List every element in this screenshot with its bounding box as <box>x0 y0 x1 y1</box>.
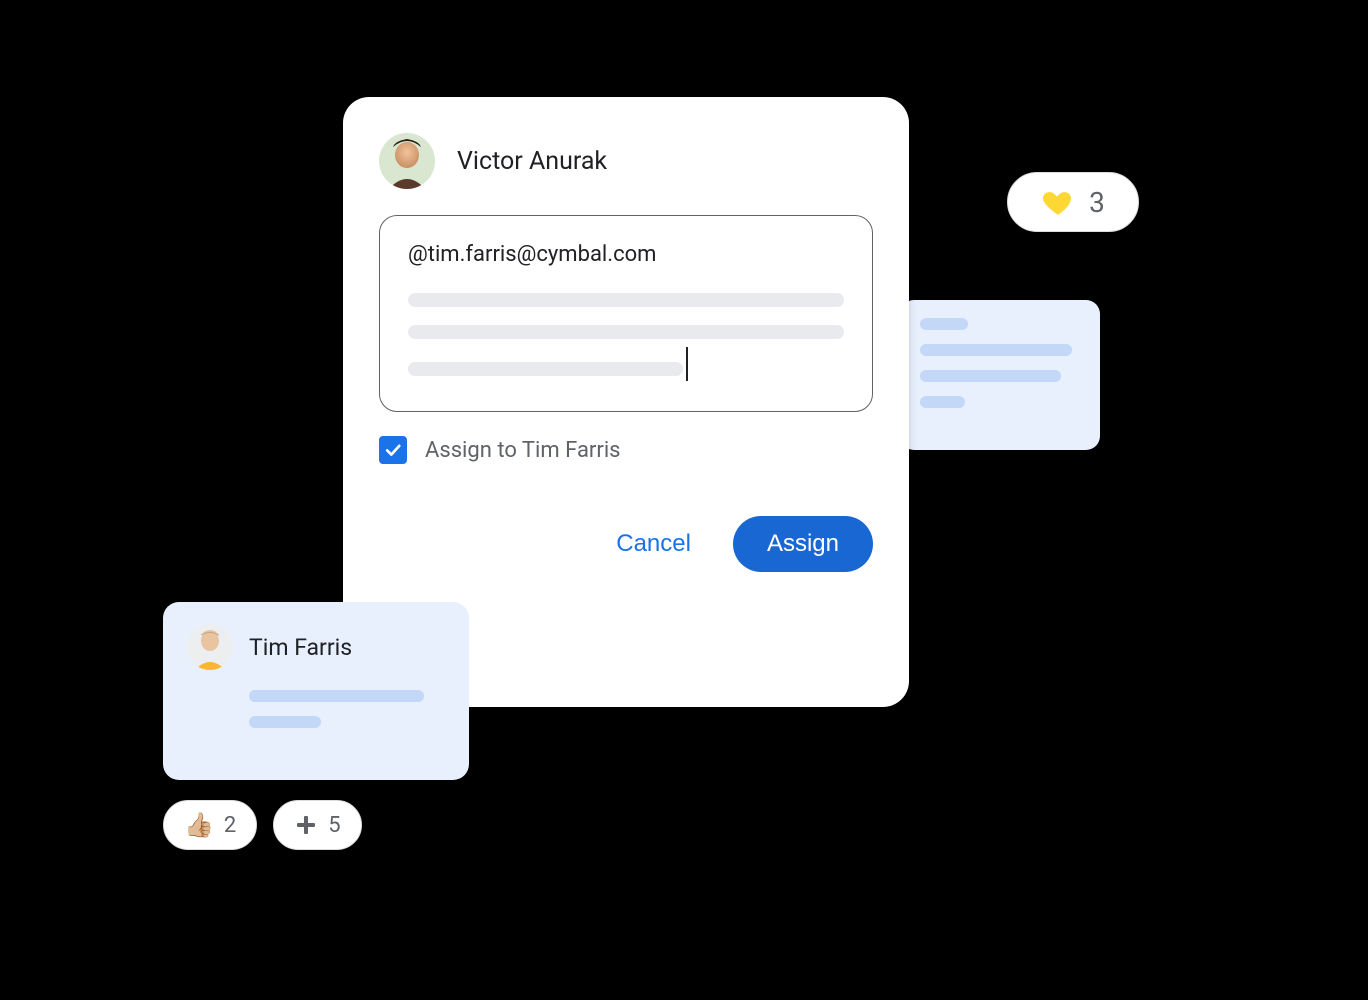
reaction-plus-count: 5 <box>328 813 340 838</box>
plus-icon <box>294 813 318 837</box>
comment-header: Victor Anurak <box>379 133 873 189</box>
placeholder-line <box>408 362 683 376</box>
background-snippet <box>900 300 1100 450</box>
placeholder-line <box>249 716 321 728</box>
mention-text: @tim.farris@cymbal.com <box>408 242 844 267</box>
placeholder-line <box>408 325 844 339</box>
heart-icon <box>1041 185 1075 219</box>
reply-card: Tim Farris <box>163 602 469 780</box>
reaction-heart-count: 3 <box>1089 186 1105 219</box>
assign-checkbox-row: Assign to Tim Farris <box>379 436 873 464</box>
placeholder-line <box>249 690 424 702</box>
comment-text-input[interactable]: @tim.farris@cymbal.com <box>379 215 873 412</box>
assign-checkbox[interactable] <box>379 436 407 464</box>
assign-button[interactable]: Assign <box>733 516 873 572</box>
author-name: Victor Anurak <box>457 147 607 176</box>
author-avatar <box>379 133 435 189</box>
reaction-thumbsup-pill[interactable]: 👍🏼 2 <box>163 800 257 850</box>
action-buttons: Cancel Assign <box>379 516 873 572</box>
reply-header: Tim Farris <box>187 624 445 670</box>
thumbsup-icon: 👍🏼 <box>184 813 214 837</box>
reply-author-name: Tim Farris <box>249 634 352 661</box>
reaction-thumbsup-count: 2 <box>224 813 236 838</box>
reaction-plus-pill[interactable]: 5 <box>273 800 361 850</box>
bottom-reactions-row: 👍🏼 2 5 <box>163 800 362 850</box>
assign-checkbox-label: Assign to Tim Farris <box>425 438 621 463</box>
cancel-button[interactable]: Cancel <box>604 520 703 568</box>
reaction-heart-pill[interactable]: 3 <box>1007 172 1139 232</box>
text-cursor <box>686 347 688 381</box>
reply-author-avatar <box>187 624 233 670</box>
placeholder-line <box>408 293 844 307</box>
